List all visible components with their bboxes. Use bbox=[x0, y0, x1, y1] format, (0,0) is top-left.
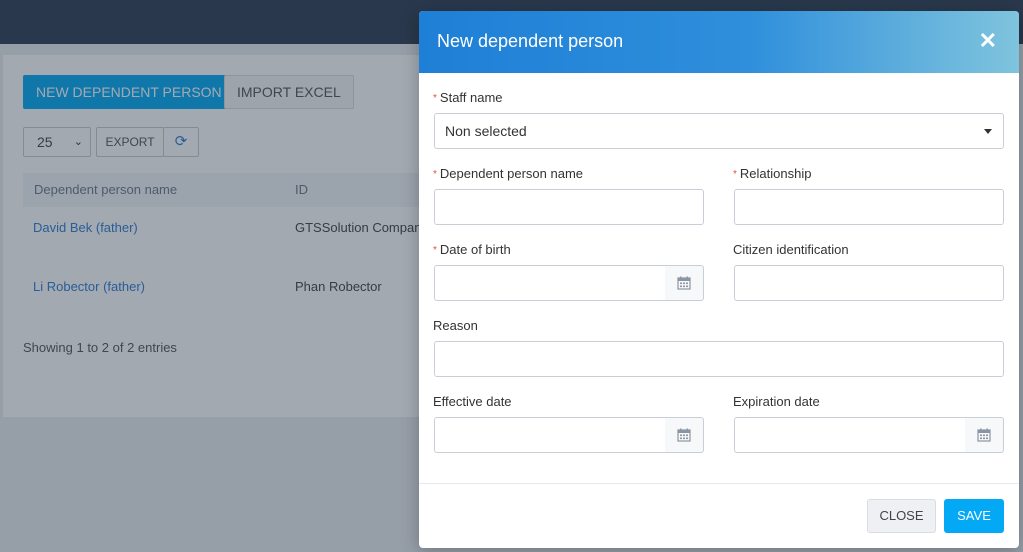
modal-title: New dependent person bbox=[437, 31, 624, 51]
effective-date-calendar-button[interactable] bbox=[665, 417, 704, 453]
required-marker: * bbox=[733, 169, 737, 180]
calendar-icon bbox=[677, 276, 691, 290]
calendar-icon bbox=[977, 428, 991, 442]
expiration-date-input[interactable] bbox=[734, 417, 966, 453]
close-icon[interactable]: ✕ bbox=[979, 27, 997, 55]
date-of-birth-picker bbox=[434, 265, 704, 301]
dependent-name-label: * Dependent person name bbox=[433, 166, 584, 181]
date-of-birth-input[interactable] bbox=[434, 265, 666, 301]
calendar-icon bbox=[677, 428, 691, 442]
dependent-name-input[interactable] bbox=[434, 189, 704, 225]
new-dependent-modal: New dependent person ✕ * Staff name Non s… bbox=[419, 11, 1019, 548]
staff-name-label: * Staff name bbox=[433, 90, 503, 105]
staff-name-select[interactable]: Non selected bbox=[434, 113, 1004, 149]
relationship-label: * Relationship bbox=[733, 166, 812, 181]
effective-date-input[interactable] bbox=[434, 417, 666, 453]
expiration-date-calendar-button[interactable] bbox=[965, 417, 1004, 453]
citizen-id-input[interactable] bbox=[734, 265, 1004, 301]
chevron-down-icon bbox=[984, 129, 992, 134]
date-of-birth-label: * Date of birth bbox=[433, 242, 511, 257]
save-button[interactable]: SAVE bbox=[944, 499, 1004, 533]
modal-footer-divider bbox=[419, 483, 1019, 484]
effective-date-picker bbox=[434, 417, 704, 453]
reason-label: Reason bbox=[433, 318, 478, 333]
close-button[interactable]: CLOSE bbox=[867, 499, 936, 533]
date-of-birth-calendar-button[interactable] bbox=[665, 265, 704, 301]
staff-name-value: Non selected bbox=[445, 123, 527, 139]
required-marker: * bbox=[433, 93, 437, 104]
required-marker: * bbox=[433, 245, 437, 256]
relationship-input[interactable] bbox=[734, 189, 1004, 225]
modal-header: New dependent person ✕ bbox=[419, 11, 1019, 73]
citizen-id-label: Citizen identification bbox=[733, 242, 849, 257]
expiration-date-picker bbox=[734, 417, 1004, 453]
reason-input[interactable] bbox=[434, 341, 1004, 377]
effective-date-label: Effective date bbox=[433, 394, 512, 409]
expiration-date-label: Expiration date bbox=[733, 394, 820, 409]
required-marker: * bbox=[433, 169, 437, 180]
